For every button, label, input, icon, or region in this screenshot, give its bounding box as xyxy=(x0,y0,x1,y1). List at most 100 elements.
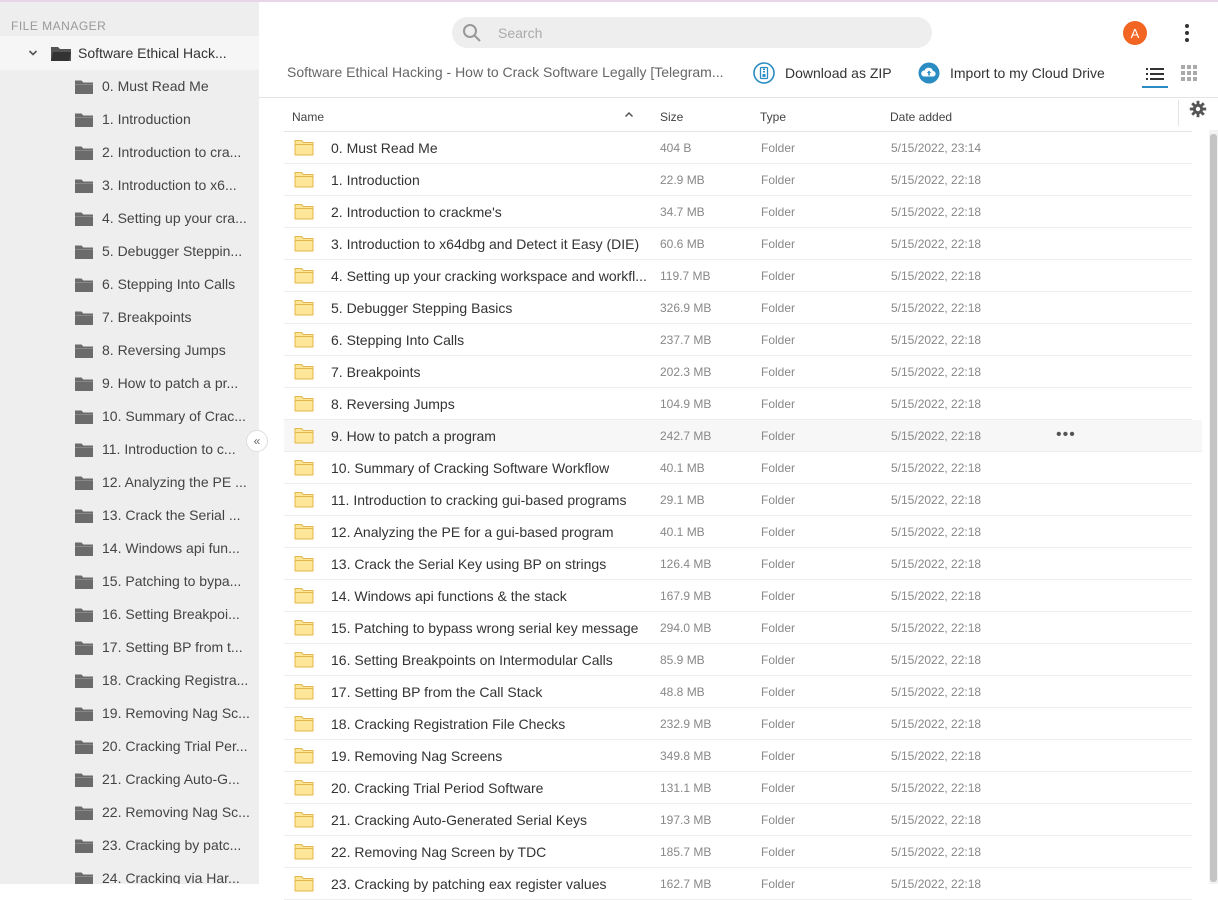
sidebar-folder-item[interactable]: 7. Breakpoints xyxy=(0,301,259,334)
grid-view-icon[interactable] xyxy=(1180,64,1198,82)
sidebar-folder-item[interactable]: 3. Introduction to x6... xyxy=(0,169,259,202)
row-name[interactable]: 4. Setting up your cracking workspace an… xyxy=(331,268,646,284)
collapse-sidebar-button[interactable]: « xyxy=(246,430,268,452)
table-row[interactable]: 0. Must Read Me 404 B Folder 5/15/2022, 23:… xyxy=(284,132,1192,164)
sidebar-folder-item[interactable]: 18. Cracking Registra... xyxy=(0,664,259,697)
sidebar-folder-item[interactable]: 21. Cracking Auto-G... xyxy=(0,763,259,796)
row-type: Folder xyxy=(761,621,796,635)
sidebar-folder-item[interactable]: 6. Stepping Into Calls xyxy=(0,268,259,301)
row-name[interactable]: 0. Must Read Me xyxy=(331,140,646,156)
sidebar-folder-item[interactable]: 1. Introduction xyxy=(0,103,259,136)
row-name[interactable]: 11. Introduction to cracking gui-based p… xyxy=(331,492,646,508)
import-cloud-button[interactable]: Import to my Cloud Drive xyxy=(918,62,1105,84)
sidebar-folder-item[interactable]: 24. Cracking via Har... xyxy=(0,862,259,884)
row-more-options-icon[interactable]: ••• xyxy=(1056,426,1076,444)
sidebar-folder-item[interactable]: 12. Analyzing the PE ... xyxy=(0,466,259,499)
sidebar-folder-label: 14. Windows api fun... xyxy=(102,540,240,556)
row-date: 5/15/2022, 22:18 xyxy=(891,173,982,187)
table-row[interactable]: 5. Debugger Stepping Basics 326.9 MB Folde… xyxy=(284,292,1192,324)
table-row[interactable]: 22. Removing Nag Screen by TDC 185.7 MB Fo… xyxy=(284,836,1192,868)
table-row[interactable]: 12. Analyzing the PE for a gui-based pro… xyxy=(284,516,1192,548)
sidebar-folder-item[interactable]: 11. Introduction to c... xyxy=(0,433,259,466)
row-name[interactable]: 23. Cracking by patching eax register va… xyxy=(331,876,646,892)
table-row[interactable]: 16. Setting Breakpoints on Intermodular … xyxy=(284,644,1192,676)
sidebar-folder-item[interactable]: 4. Setting up your cra... xyxy=(0,202,259,235)
row-date: 5/15/2022, 22:18 xyxy=(891,781,982,795)
table-row[interactable]: 2. Introduction to crackme's 34.7 MB Folde… xyxy=(284,196,1192,228)
sidebar-folder-item[interactable]: 19. Removing Nag Sc... xyxy=(0,697,259,730)
column-header-size[interactable]: Size xyxy=(660,110,683,124)
row-name[interactable]: 20. Cracking Trial Period Software xyxy=(331,780,646,796)
table-row[interactable]: 17. Setting BP from the Call Stack 48.8 M… xyxy=(284,676,1192,708)
sidebar-folder-item[interactable]: 0. Must Read Me xyxy=(0,70,259,103)
chevron-down-icon[interactable] xyxy=(28,48,38,58)
sidebar-folder-item[interactable]: 20. Cracking Trial Per... xyxy=(0,730,259,763)
sidebar-folder-item[interactable]: 8. Reversing Jumps xyxy=(0,334,259,367)
row-name[interactable]: 3. Introduction to x64dbg and Detect it … xyxy=(331,236,646,252)
avatar[interactable]: A xyxy=(1123,21,1147,45)
row-name[interactable]: 14. Windows api functions & the stack xyxy=(331,588,646,604)
table-row[interactable]: 21. Cracking Auto-Generated Serial Keys 1… xyxy=(284,804,1192,836)
table-row[interactable]: 20. Cracking Trial Period Software 131.1 … xyxy=(284,772,1192,804)
download-zip-button[interactable]: Download as ZIP xyxy=(753,62,892,84)
table-row[interactable]: 9. How to patch a program 242.7 MB Folder 5… xyxy=(284,420,1202,452)
row-name[interactable]: 19. Removing Nag Screens xyxy=(331,748,646,764)
row-name[interactable]: 17. Setting BP from the Call Stack xyxy=(331,684,646,700)
search-bar[interactable] xyxy=(452,17,932,48)
sidebar-folder-item[interactable]: 22. Removing Nag Sc... xyxy=(0,796,259,829)
more-vertical-icon[interactable] xyxy=(1180,22,1194,44)
folder-icon xyxy=(75,443,93,457)
row-date: 5/15/2022, 22:18 xyxy=(891,333,982,347)
row-name[interactable]: 10. Summary of Cracking Software Workflo… xyxy=(331,460,646,476)
table-row[interactable]: 19. Removing Nag Screens 349.8 MB Folder 5/… xyxy=(284,740,1192,772)
row-name[interactable]: 22. Removing Nag Screen by TDC xyxy=(331,844,646,860)
table-row[interactable]: 11. Introduction to cracking gui-based p… xyxy=(284,484,1192,516)
sidebar-folder-item[interactable]: 5. Debugger Steppin... xyxy=(0,235,259,268)
table-row[interactable]: 13. Crack the Serial Key using BP on str… xyxy=(284,548,1192,580)
gear-icon[interactable] xyxy=(1189,100,1207,118)
column-header-type[interactable]: Type xyxy=(760,110,786,124)
column-header-name[interactable]: Name xyxy=(292,110,324,124)
sidebar-folder-item[interactable]: 17. Setting BP from t... xyxy=(0,631,259,664)
row-name[interactable]: 16. Setting Breakpoints on Intermodular … xyxy=(331,652,646,668)
table-row[interactable]: 6. Stepping Into Calls 237.7 MB Folder 5/15… xyxy=(284,324,1192,356)
table-row[interactable]: 1. Introduction 22.9 MB Folder 5/15/2022, 2… xyxy=(284,164,1192,196)
table-row[interactable]: 23. Cracking by patching eax register va… xyxy=(284,868,1192,900)
row-name[interactable]: 1. Introduction xyxy=(331,172,646,188)
row-name[interactable]: 6. Stepping Into Calls xyxy=(331,332,646,348)
sidebar-folder-label: 20. Cracking Trial Per... xyxy=(102,738,248,754)
row-name[interactable]: 15. Patching to bypass wrong serial key … xyxy=(331,620,646,636)
sidebar-folder-item[interactable]: 9. How to patch a pr... xyxy=(0,367,259,400)
table-row[interactable]: 14. Windows api functions & the stack 167… xyxy=(284,580,1192,612)
sort-ascending-icon[interactable] xyxy=(624,110,634,120)
table-row[interactable]: 10. Summary of Cracking Software Workflo… xyxy=(284,452,1192,484)
row-name[interactable]: 7. Breakpoints xyxy=(331,364,646,380)
row-name[interactable]: 18. Cracking Registration File Checks xyxy=(331,716,646,732)
sidebar-folder-item[interactable]: 16. Setting Breakpoi... xyxy=(0,598,259,631)
list-view-icon[interactable] xyxy=(1142,62,1168,88)
row-name[interactable]: 13. Crack the Serial Key using BP on str… xyxy=(331,556,646,572)
column-header-date[interactable]: Date added xyxy=(890,110,952,124)
table-row[interactable]: 18. Cracking Registration File Checks 232… xyxy=(284,708,1192,740)
row-name[interactable]: 12. Analyzing the PE for a gui-based pro… xyxy=(331,524,646,540)
table-row[interactable]: 8. Reversing Jumps 104.9 MB Folder 5/15/202… xyxy=(284,388,1192,420)
sidebar-folder-item[interactable]: 15. Patching to bypa... xyxy=(0,565,259,598)
sidebar-folder-item[interactable]: 10. Summary of Crac... xyxy=(0,400,259,433)
row-name[interactable]: 8. Reversing Jumps xyxy=(331,396,646,412)
sidebar-folder-item[interactable]: 2. Introduction to cra... xyxy=(0,136,259,169)
sidebar-folder-item[interactable]: 14. Windows api fun... xyxy=(0,532,259,565)
sidebar-folder-item[interactable]: 13. Crack the Serial ... xyxy=(0,499,259,532)
row-name[interactable]: 5. Debugger Stepping Basics xyxy=(331,300,646,316)
scrollbar-thumb[interactable] xyxy=(1210,134,1217,882)
tree-root-item[interactable]: Software Ethical Hack... xyxy=(0,36,259,70)
table-row[interactable]: 7. Breakpoints 202.3 MB Folder 5/15/2022, 2… xyxy=(284,356,1192,388)
table-row[interactable]: 3. Introduction to x64dbg and Detect it … xyxy=(284,228,1192,260)
row-name[interactable]: 2. Introduction to crackme's xyxy=(331,204,646,220)
search-input[interactable] xyxy=(498,22,898,43)
table-row[interactable]: 4. Setting up your cracking workspace an… xyxy=(284,260,1192,292)
table-row[interactable]: 15. Patching to bypass wrong serial key … xyxy=(284,612,1192,644)
row-name[interactable]: 9. How to patch a program xyxy=(331,428,646,444)
header-divider xyxy=(259,97,1218,98)
sidebar-folder-item[interactable]: 23. Cracking by patc... xyxy=(0,829,259,862)
row-name[interactable]: 21. Cracking Auto-Generated Serial Keys xyxy=(331,812,646,828)
